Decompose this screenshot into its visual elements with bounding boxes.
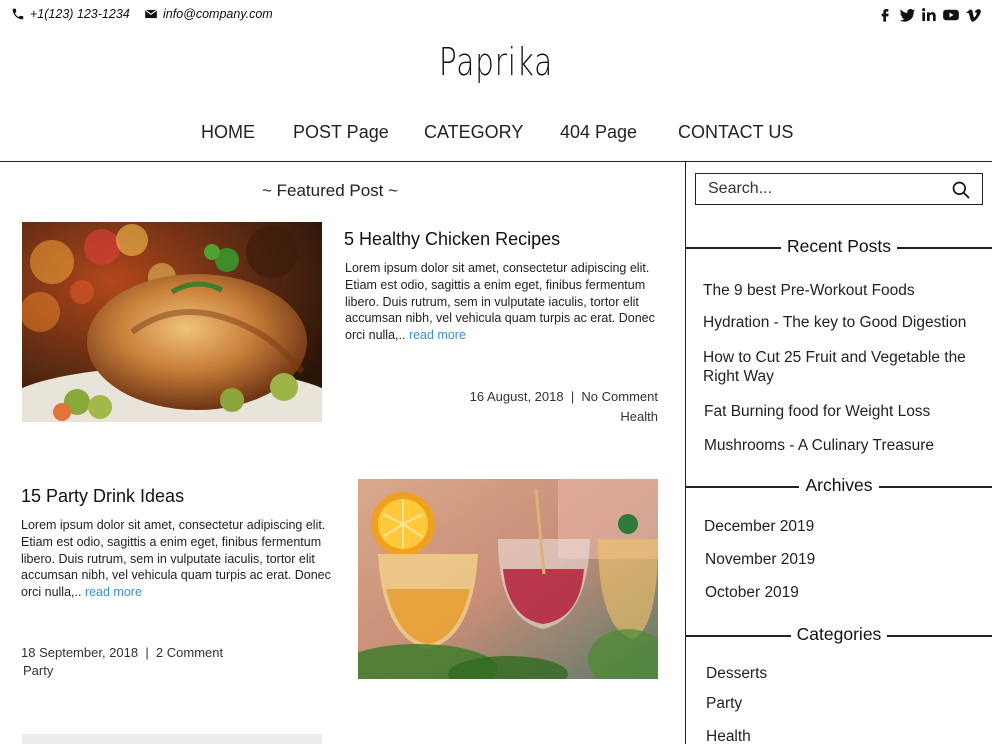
post-excerpt: Lorem ipsum dolor sit amet, consectetur … — [21, 517, 339, 601]
post-title[interactable]: 15 Party Drink Ideas — [21, 486, 184, 507]
email-contact[interactable]: info@company.com — [144, 7, 273, 21]
post-image-partial[interactable] — [22, 734, 322, 744]
recent-posts-heading-block: Recent Posts — [686, 236, 992, 258]
post-excerpt-text: Lorem ipsum dolor sit amet, consectetur … — [21, 518, 331, 600]
recent-post-item[interactable]: Mushrooms - A Culinary Treasure — [704, 436, 984, 455]
archives-heading: Archives — [799, 475, 879, 495]
categories-heading: Categories — [790, 624, 888, 644]
email-address: info@company.com — [163, 7, 273, 21]
nav-item-post-page[interactable]: POST Page — [293, 122, 389, 143]
recent-post-item[interactable]: Fat Burning food for Weight Loss — [704, 402, 984, 421]
phone-icon — [11, 7, 25, 21]
main-nav: HOME POST Page CATEGORY 404 Page CONTACT… — [0, 122, 992, 146]
linkedin-icon[interactable] — [920, 6, 938, 24]
post-category[interactable]: Party — [23, 663, 53, 678]
envelope-icon — [144, 7, 158, 21]
archive-item[interactable]: November 2019 — [705, 550, 985, 569]
categories-heading-block: Categories — [686, 624, 992, 646]
nav-item-category[interactable]: CATEGORY — [424, 122, 523, 143]
post-meta: 18 September, 2018 | 2 Comment — [21, 645, 224, 660]
post-excerpt-text: Lorem ipsum dolor sit amet, consectetur … — [345, 261, 655, 343]
nav-item-404-page[interactable]: 404 Page — [560, 122, 637, 143]
phone-contact[interactable]: +1(123) 123-1234 — [11, 7, 130, 21]
twitter-icon[interactable] — [898, 6, 916, 24]
recent-post-item[interactable]: The 9 best Pre-Workout Foods — [703, 281, 983, 300]
post-title[interactable]: 5 Healthy Chicken Recipes — [344, 229, 560, 250]
post-category[interactable]: Health — [620, 409, 658, 424]
category-item[interactable]: Health — [706, 727, 986, 744]
top-bar: +1(123) 123-1234 info@company.com — [0, 0, 992, 30]
social-links — [876, 6, 982, 24]
recent-post-item[interactable]: How to Cut 25 Fruit and Vegetable the Ri… — [703, 348, 983, 386]
vimeo-icon[interactable] — [964, 6, 982, 24]
archives-heading-block: Archives — [686, 475, 992, 497]
facebook-icon[interactable] — [876, 6, 894, 24]
post-image-chicken[interactable] — [22, 222, 322, 422]
archive-item[interactable]: October 2019 — [705, 583, 985, 602]
category-item[interactable]: Desserts — [706, 664, 986, 683]
category-item[interactable]: Party — [706, 694, 986, 713]
recent-posts-heading: Recent Posts — [780, 236, 898, 256]
nav-item-contact-us[interactable]: CONTACT US — [678, 122, 793, 143]
nav-item-home[interactable]: HOME — [201, 122, 255, 143]
phone-number: +1(123) 123-1234 — [30, 7, 130, 21]
recent-post-item[interactable]: Hydration - The key to Good Digestion — [703, 313, 983, 332]
read-more-link[interactable]: read more — [85, 585, 142, 599]
post-excerpt: Lorem ipsum dolor sit amet, consectetur … — [345, 260, 663, 344]
read-more-link[interactable]: read more — [409, 328, 466, 342]
search-input[interactable] — [696, 180, 944, 198]
archive-item[interactable]: December 2019 — [704, 517, 984, 536]
post-image-drinks[interactable] — [358, 479, 658, 679]
youtube-icon[interactable] — [942, 6, 960, 24]
site-logo[interactable]: Paprika — [109, 40, 883, 84]
search-box — [695, 173, 983, 205]
post-meta: 16 August, 2018 | No Comment — [469, 389, 658, 404]
featured-heading: ~ Featured Post ~ — [261, 181, 399, 200]
search-icon[interactable] — [951, 180, 971, 200]
header-divider — [0, 161, 992, 162]
